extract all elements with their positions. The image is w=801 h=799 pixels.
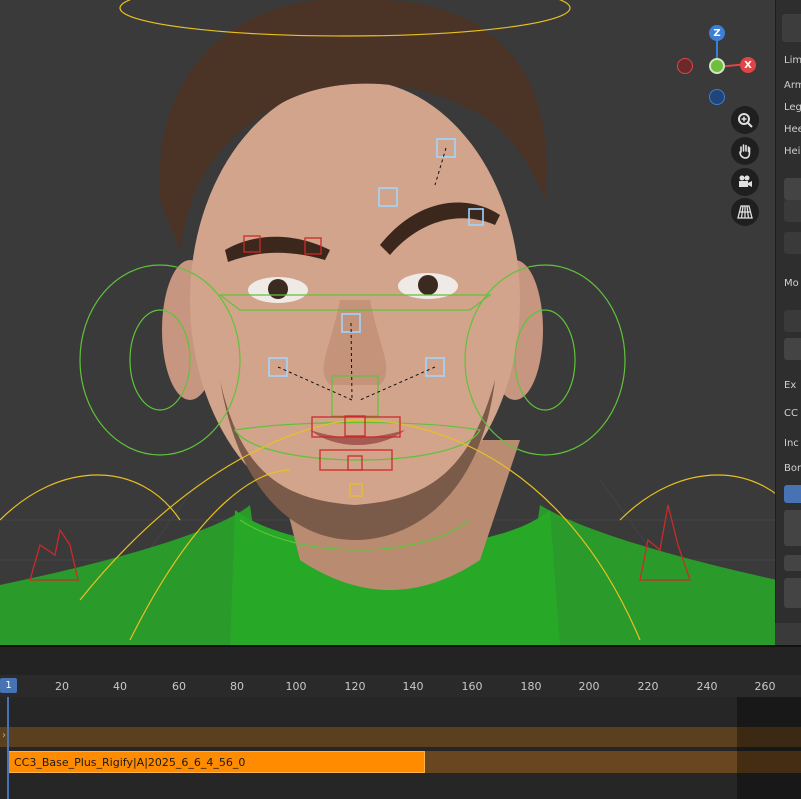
panel-button-3[interactable] [784, 578, 801, 608]
current-frame-indicator[interactable]: 1 [0, 678, 17, 693]
frame-tick: 180 [520, 680, 542, 693]
gizmo-neg-x-axis[interactable] [677, 58, 693, 74]
3d-viewport[interactable]: Z X [0, 0, 801, 645]
panel-header-icon[interactable] [782, 14, 801, 42]
pan-hand-icon[interactable] [731, 137, 759, 165]
frame-tick: 20 [55, 680, 69, 693]
frame-tick: 160 [461, 680, 483, 693]
panel-label-bor: Bor [784, 463, 801, 474]
action-track-band[interactable] [0, 727, 801, 747]
panel-label-lim: Lim [784, 55, 801, 66]
track-area[interactable]: › [0, 697, 801, 799]
panel-footer [775, 623, 801, 645]
frame-tick: 40 [113, 680, 127, 693]
gizmo-neg-z-axis[interactable] [709, 89, 725, 105]
nla-timeline[interactable]: 1 20 40 60 80 100 120 140 160 180 200 22… [0, 645, 801, 799]
frame-tick: 60 [172, 680, 186, 693]
panel-label-inc: Inc [784, 438, 799, 449]
frame-tick: 260 [754, 680, 776, 693]
panel-label-ex: Ex [784, 380, 797, 391]
panel-button-2[interactable] [784, 555, 801, 571]
zoom-icon[interactable] [731, 106, 759, 134]
gizmo-y-axis[interactable] [709, 58, 725, 74]
panel-label-cc: CC [784, 408, 798, 419]
pose-icon[interactable] [784, 510, 801, 546]
grid-perspective-icon[interactable] [731, 198, 759, 226]
panel-label-hee: Hee [784, 124, 801, 135]
panel-label-leg: Leg [784, 102, 801, 113]
frame-tick: 100 [285, 680, 307, 693]
panel-label-arm: Arm [784, 80, 801, 91]
gizmo-x-axis[interactable]: X [740, 57, 756, 73]
frame-tick: 80 [230, 680, 244, 693]
frame-tick: 140 [402, 680, 424, 693]
camera-icon[interactable] [731, 168, 759, 196]
panel-label-mo: Mo [784, 278, 799, 289]
frame-ruler[interactable]: 1 20 40 60 80 100 120 140 160 180 200 22… [0, 675, 801, 697]
green-shirt [0, 505, 270, 645]
panel-tool-button[interactable] [784, 232, 801, 254]
gizmo-z-axis[interactable]: Z [709, 25, 725, 41]
visibility-eye-icon[interactable] [784, 200, 801, 222]
frame-range-end-shade [737, 697, 801, 799]
panel-active-button[interactable] [784, 485, 801, 503]
action-strip[interactable]: CC3_Base_Plus_Rigify|A|2025_6_6_4_56_0 [7, 751, 425, 773]
frame-tick: 200 [578, 680, 600, 693]
frame-tick: 220 [637, 680, 659, 693]
panel-button[interactable] [784, 178, 801, 200]
export-icon[interactable] [784, 338, 801, 360]
frame-tick: 240 [696, 680, 718, 693]
frame-tick: 120 [344, 680, 366, 693]
track-expand-arrow-icon[interactable]: › [2, 730, 6, 741]
panel-label-hei: Hei [784, 146, 801, 157]
action-strip-label: CC3_Base_Plus_Rigify|A|2025_6_6_4_56_0 [14, 755, 246, 769]
bone-icon[interactable] [784, 310, 801, 332]
playhead[interactable] [7, 697, 9, 799]
sidebar-panel[interactable]: Lim Arm Leg Hee Hei Mo Ex CC Inc Bor [775, 0, 801, 623]
